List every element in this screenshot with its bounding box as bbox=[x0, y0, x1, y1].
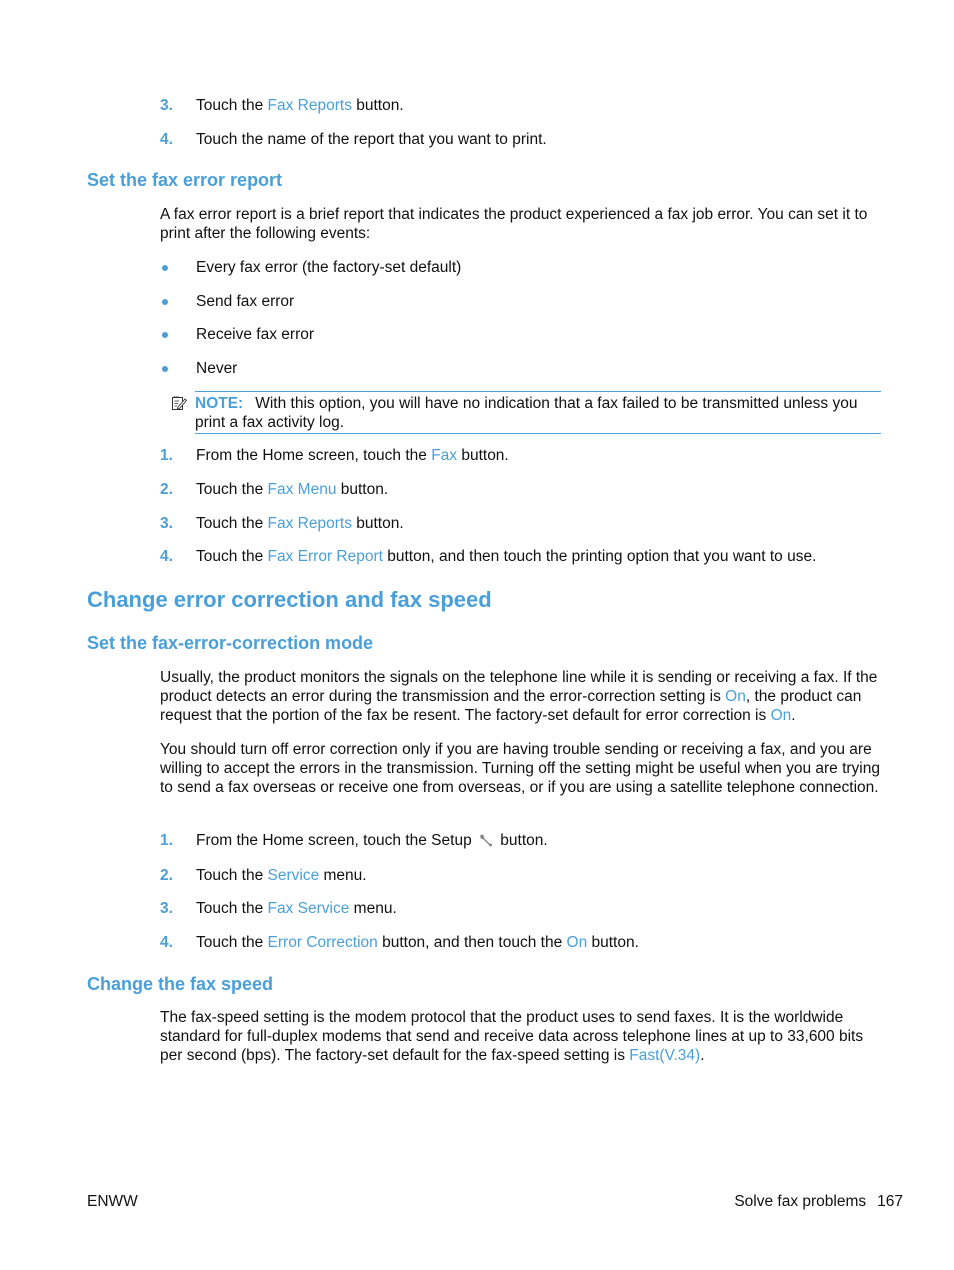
bullet-text: Never bbox=[196, 360, 238, 377]
step-number: 1. bbox=[160, 832, 173, 849]
fax-reports-link[interactable]: Fax Reports bbox=[268, 515, 352, 532]
fax-service-link[interactable]: Fax Service bbox=[268, 900, 350, 917]
heading-change-fax-speed: Change the fax speed bbox=[87, 974, 274, 994]
page-number: 167 bbox=[877, 1193, 903, 1210]
bullet-text: Receive fax error bbox=[196, 326, 315, 343]
step-text: menu. bbox=[349, 900, 397, 917]
heading-set-fax-error-report: Set the fax error report bbox=[87, 170, 283, 190]
step-number: 1. bbox=[160, 447, 173, 464]
step-text: button, and then touch the printing opti… bbox=[382, 548, 817, 565]
step-text: From the Home screen, touch the Setup bbox=[196, 832, 476, 849]
step-text: button. bbox=[351, 97, 404, 114]
step-text: button. bbox=[496, 832, 548, 849]
fax-menu-link[interactable]: Fax Menu bbox=[268, 481, 337, 498]
note-box: NOTE: With this option, you will have no … bbox=[172, 391, 881, 434]
on-link[interactable]: On bbox=[771, 707, 792, 724]
note-label: NOTE: bbox=[195, 395, 244, 412]
step-text: button. bbox=[336, 481, 389, 498]
step-text: Touch the bbox=[196, 900, 268, 917]
fax-speed-paragraph: The fax-speed setting is the modem proto… bbox=[160, 1008, 885, 1065]
para-text: The fax-speed setting is the modem proto… bbox=[160, 1009, 864, 1064]
step-number: 3. bbox=[160, 900, 173, 917]
bullet-text: Every fax error (the factory-set default… bbox=[196, 259, 462, 276]
step-text: Touch the bbox=[196, 867, 268, 884]
heading-change-error-correction: Change error correction and fax speed bbox=[87, 587, 492, 612]
note-text: With this option, you will have no indic… bbox=[195, 395, 858, 431]
step-text: button, and then touch the bbox=[377, 934, 567, 951]
step-number: 4. bbox=[160, 548, 173, 565]
step-text: Touch the bbox=[196, 934, 268, 951]
note-pencil-icon bbox=[172, 395, 187, 410]
step-text: Touch the name of the report that you wa… bbox=[196, 131, 547, 148]
step-text: Touch the bbox=[196, 481, 268, 498]
ecm-paragraph-2: You should turn off error correction onl… bbox=[160, 741, 880, 796]
bullet-icon bbox=[162, 366, 168, 372]
on-link[interactable]: On bbox=[567, 934, 588, 951]
step-number: 2. bbox=[160, 481, 173, 498]
step-text: button. bbox=[587, 934, 639, 951]
step-number: 4. bbox=[160, 934, 173, 951]
footer-left: ENWW bbox=[87, 1193, 138, 1210]
step-text: button. bbox=[457, 447, 509, 464]
step-text: From the Home screen, touch the bbox=[196, 447, 432, 464]
fax-error-report-link[interactable]: Fax Error Report bbox=[268, 548, 383, 565]
step-number: 3. bbox=[160, 515, 173, 532]
step-text: button. bbox=[351, 515, 404, 532]
heading-set-ecm: Set the fax-error-correction mode bbox=[87, 633, 374, 653]
para-text: . bbox=[791, 707, 796, 724]
step-text: menu. bbox=[319, 867, 367, 884]
footer-right: Solve fax problems 167 bbox=[734, 1193, 903, 1211]
footer-section: Solve fax problems bbox=[734, 1193, 867, 1210]
error-correction-link[interactable]: Error Correction bbox=[268, 934, 378, 951]
on-link[interactable]: On bbox=[725, 688, 746, 705]
fax-reports-link[interactable]: Fax Reports bbox=[268, 97, 352, 114]
step-text: Touch the bbox=[196, 548, 268, 565]
fast-v34-link[interactable]: Fast(V.34) bbox=[629, 1047, 700, 1064]
ecm-paragraph-1: Usually, the product monitors the signal… bbox=[160, 668, 885, 725]
fax-link[interactable]: Fax bbox=[431, 447, 457, 464]
fax-error-report-intro: A fax error report is a brief report tha… bbox=[160, 206, 868, 242]
service-link[interactable]: Service bbox=[268, 867, 320, 884]
bullet-icon bbox=[162, 299, 168, 305]
step-number: 4. bbox=[160, 131, 173, 148]
step-number: 3. bbox=[160, 97, 173, 114]
step-number: 2. bbox=[160, 867, 173, 884]
bullet-text: Send fax error bbox=[196, 293, 295, 310]
wrench-icon bbox=[480, 834, 492, 847]
bullet-icon bbox=[162, 265, 168, 271]
bullet-icon bbox=[162, 332, 168, 338]
para-text: . bbox=[700, 1047, 705, 1064]
step-text: Touch the bbox=[196, 97, 268, 114]
step-text: Touch the bbox=[196, 515, 268, 532]
